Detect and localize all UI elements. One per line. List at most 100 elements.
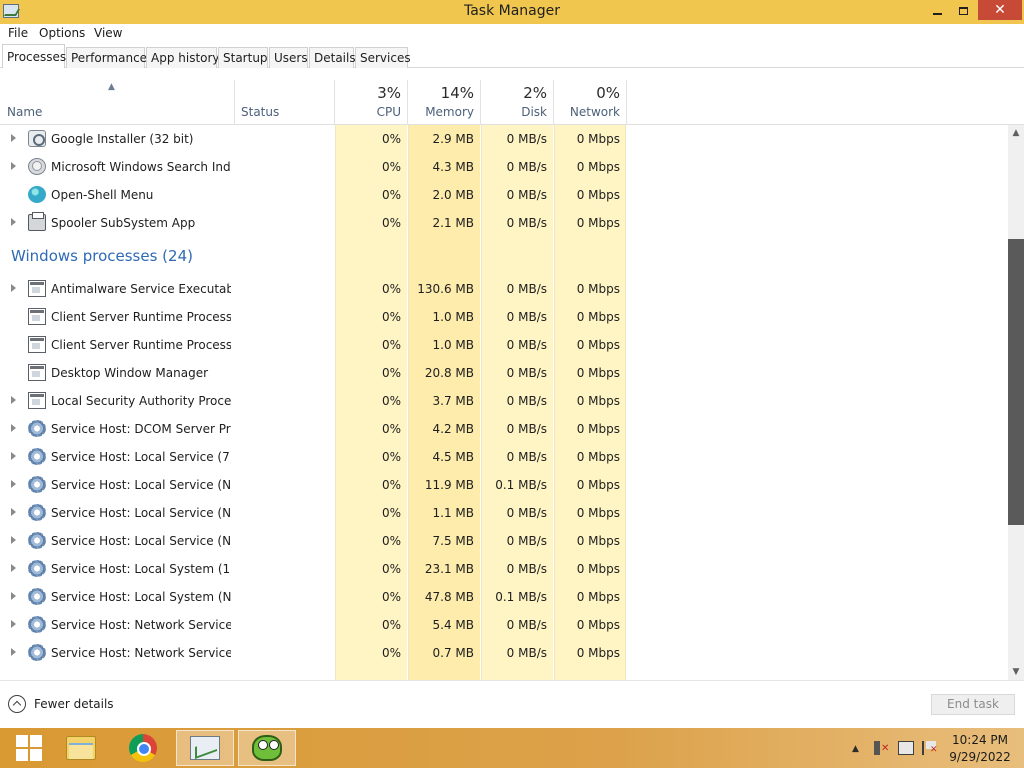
- scroll-up-icon[interactable]: ▲: [1008, 125, 1024, 141]
- window-title: Task Manager: [463, 3, 561, 19]
- file-explorer-button[interactable]: [52, 730, 110, 766]
- disk-value: 0 MB/s: [506, 534, 547, 548]
- chrome-button[interactable]: [114, 730, 172, 766]
- disk-value: 0 MB/s: [506, 338, 547, 352]
- disk-value: 0 MB/s: [506, 282, 547, 296]
- chevron-right-icon[interactable]: [11, 162, 16, 170]
- process-list: Google Installer (32 bit) 0% 2.9 MB 0 MB/s 0…: [0, 125, 1008, 680]
- menu-bar: File Options View: [0, 24, 1024, 44]
- process-row[interactable]: Service Host: Local System (17) 0% 23.1 MB…: [0, 555, 1008, 583]
- chevron-right-icon[interactable]: [11, 508, 16, 516]
- end-task-button[interactable]: End task: [931, 694, 1015, 715]
- cpu-value: 0%: [381, 618, 401, 632]
- process-row[interactable]: Local Security Authority Process... 0% 3.7…: [0, 387, 1008, 415]
- tab-users[interactable]: Users: [269, 47, 308, 68]
- column-status[interactable]: Status: [241, 105, 279, 119]
- chevron-right-icon[interactable]: [11, 284, 16, 292]
- task-manager-taskbar-button[interactable]: [176, 730, 234, 766]
- network-value: 0 Mbps: [576, 188, 620, 202]
- process-row[interactable]: Service Host: Local Service (No ... 0% 7.5…: [0, 527, 1008, 555]
- clock-date[interactable]: 9/29/2022: [944, 750, 1016, 764]
- printer-icon: [28, 212, 46, 231]
- clock-time[interactable]: 10:24 PM: [944, 733, 1016, 747]
- network-value: 0 Mbps: [576, 534, 620, 548]
- column-memory[interactable]: 14% Memory: [408, 84, 480, 125]
- chevron-right-icon[interactable]: [11, 452, 16, 460]
- process-name: Service Host: Local Service (Net...: [51, 478, 231, 492]
- close-button[interactable]: ✕: [978, 0, 1022, 20]
- network-icon[interactable]: [898, 741, 914, 755]
- process-name: Service Host: Local System (17): [51, 562, 231, 576]
- cpu-value: 0%: [381, 506, 401, 520]
- process-row[interactable]: Microsoft Windows Search Inde... 0% 4.3 MB…: [0, 153, 1008, 181]
- tray-expand-icon[interactable]: ▲: [852, 744, 859, 754]
- frog-app-taskbar-button[interactable]: [238, 730, 296, 766]
- process-row[interactable]: Service Host: Local Service (7) 0% 4.5 MB 0…: [0, 443, 1008, 471]
- process-row[interactable]: Spooler SubSystem App 0% 2.1 MB 0 MB/s 0 Mbp…: [0, 209, 1008, 237]
- chevron-right-icon[interactable]: [11, 424, 16, 432]
- process-row[interactable]: Service Host: Local Service (Net... 0% 11.…: [0, 471, 1008, 499]
- installer-icon: [28, 130, 46, 147]
- chevron-right-icon[interactable]: [11, 218, 16, 226]
- tab-processes[interactable]: Processes: [2, 44, 66, 69]
- fewer-details-link[interactable]: Fewer details: [34, 697, 114, 711]
- process-row[interactable]: Client Server Runtime Process 0% 1.0 MB 0 M…: [0, 303, 1008, 331]
- disk-value: 0 MB/s: [506, 422, 547, 436]
- gear-icon: [28, 476, 46, 493]
- network-value: 0 Mbps: [576, 646, 620, 660]
- column-disk[interactable]: 2% Disk: [481, 84, 553, 125]
- process-row[interactable]: Service Host: Network Service (... 0% 0.7 …: [0, 639, 1008, 667]
- network-label: Network: [569, 105, 620, 119]
- group-title[interactable]: Windows processes (24): [11, 247, 193, 265]
- chevron-right-icon[interactable]: [11, 536, 16, 544]
- tab-services[interactable]: Services: [355, 47, 411, 68]
- menu-options[interactable]: Options: [39, 26, 85, 40]
- disk-value: 0.1 MB/s: [495, 478, 547, 492]
- tab-startup[interactable]: Startup: [218, 47, 268, 68]
- cpu-value: 0%: [381, 450, 401, 464]
- network-total: 0%: [596, 84, 620, 102]
- sort-up-icon: ▲: [108, 82, 115, 92]
- scroll-thumb[interactable]: [1008, 239, 1024, 525]
- process-row[interactable]: Antimalware Service Executable 0% 130.6 MB…: [0, 275, 1008, 303]
- speaker-muted-icon[interactable]: [874, 741, 890, 755]
- tab-performance[interactable]: Performance: [66, 47, 147, 68]
- chevron-right-icon[interactable]: [11, 620, 16, 628]
- action-center-flag-icon[interactable]: [922, 741, 938, 755]
- disk-value: 0 MB/s: [506, 216, 547, 230]
- disk-value: 0 MB/s: [506, 646, 547, 660]
- process-row[interactable]: Google Installer (32 bit) 0% 2.9 MB 0 MB/s 0…: [0, 125, 1008, 153]
- menu-view[interactable]: View: [94, 26, 122, 40]
- chevron-right-icon[interactable]: [11, 592, 16, 600]
- process-row[interactable]: Service Host: DCOM Server Proc... 0% 4.2 M…: [0, 415, 1008, 443]
- vertical-scrollbar[interactable]: ▲ ▼: [1008, 125, 1024, 680]
- process-row[interactable]: Desktop Window Manager 0% 20.8 MB 0 MB/s 0 M…: [0, 359, 1008, 387]
- start-button[interactable]: [0, 730, 58, 766]
- menu-file[interactable]: File: [8, 26, 28, 40]
- gear-icon: [28, 588, 46, 605]
- process-row[interactable]: Service Host: Network Service (5) 0% 5.4 M…: [0, 611, 1008, 639]
- chevron-right-icon[interactable]: [11, 134, 16, 142]
- chevron-right-icon[interactable]: [11, 396, 16, 404]
- start-icon: [16, 735, 42, 761]
- chevron-right-icon[interactable]: [11, 480, 16, 488]
- chevron-right-icon[interactable]: [11, 648, 16, 656]
- process-row[interactable]: Client Server Runtime Process 0% 1.0 MB 0 M…: [0, 331, 1008, 359]
- tab-details[interactable]: Details: [309, 47, 356, 68]
- tab-app-history[interactable]: App history: [146, 47, 220, 68]
- column-separator: [234, 80, 235, 125]
- process-name: Service Host: Local Service (No I...: [51, 506, 231, 520]
- minimize-button[interactable]: [924, 0, 950, 22]
- process-row[interactable]: Service Host: Local Service (No I... 0% 1.…: [0, 499, 1008, 527]
- chevron-right-icon[interactable]: [11, 564, 16, 572]
- column-name[interactable]: Name: [7, 105, 42, 119]
- chevron-up-circle-icon[interactable]: [8, 695, 26, 713]
- scroll-down-icon[interactable]: ▼: [1008, 664, 1024, 680]
- restore-button[interactable]: [950, 0, 976, 22]
- column-network[interactable]: 0% Network: [554, 84, 626, 125]
- process-row[interactable]: Service Host: Local System (Net... 0% 47.8…: [0, 583, 1008, 611]
- process-row[interactable]: Open-Shell Menu 0% 2.0 MB 0 MB/s 0 Mbps: [0, 181, 1008, 209]
- memory-total: 14%: [440, 84, 474, 102]
- group-header-row: Windows processes (24): [0, 237, 1008, 279]
- column-cpu[interactable]: 3% CPU: [335, 84, 407, 125]
